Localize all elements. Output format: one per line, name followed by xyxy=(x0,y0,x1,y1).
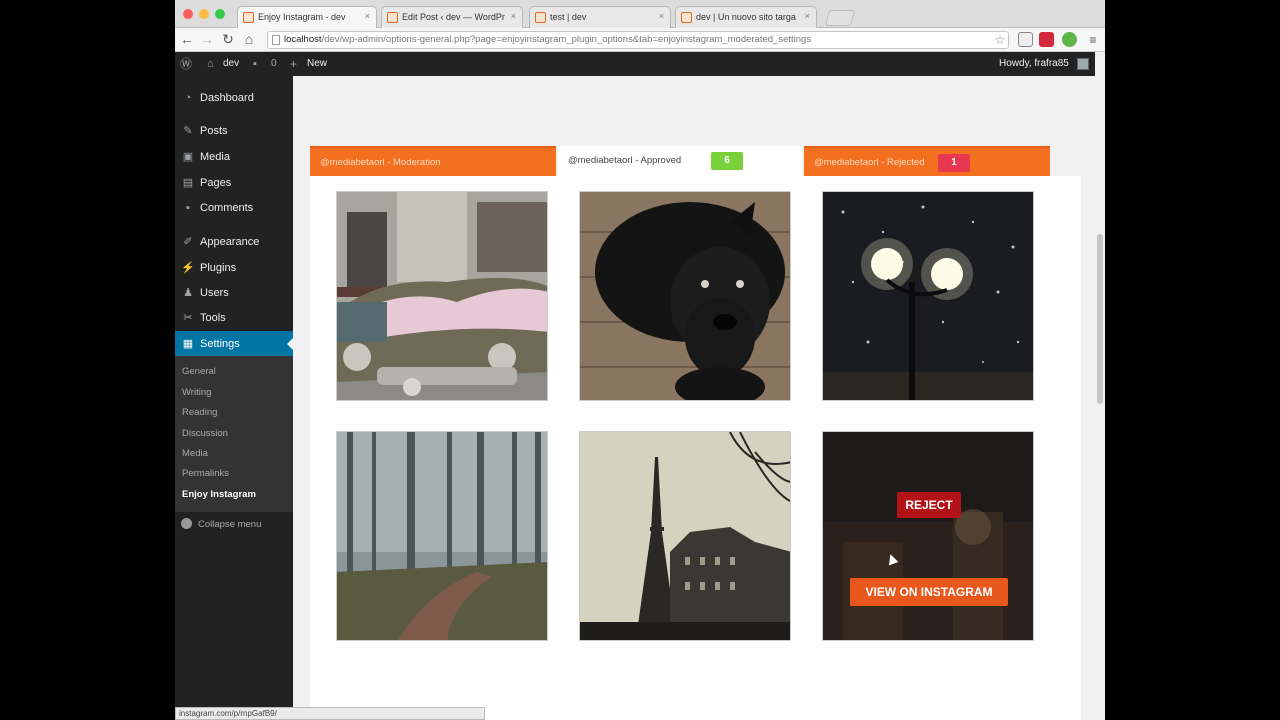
instagram-photo-forest[interactable] xyxy=(336,431,548,641)
wordpress-favicon-icon xyxy=(387,12,398,23)
browser-tab[interactable]: test | dev × xyxy=(529,6,671,28)
sidebar-item-comments[interactable]: ▪ Comments xyxy=(175,195,293,221)
new-link[interactable]: New xyxy=(307,52,327,76)
sidebar-item-pages[interactable]: ▤ Pages xyxy=(175,170,293,196)
minimize-window-button[interactable] xyxy=(199,9,209,19)
site-name-link[interactable]: dev xyxy=(223,52,239,76)
menu-icon[interactable]: ≡ xyxy=(1085,32,1101,48)
close-window-button[interactable] xyxy=(183,9,193,19)
instagram-photo-lamps[interactable] xyxy=(822,191,1034,401)
close-tab-icon[interactable]: × xyxy=(511,11,516,21)
browser-tab[interactable]: Enjoy Instagram - dev × xyxy=(237,6,377,28)
instagram-photo-eiffel[interactable] xyxy=(579,431,791,641)
plus-icon: + xyxy=(290,57,298,71)
wordpress-favicon-icon xyxy=(535,12,546,23)
pin-icon: ✎ xyxy=(183,125,193,137)
collapse-menu-button[interactable]: Collapse menu xyxy=(181,518,261,530)
browser-tab[interactable]: Edit Post ‹ dev — WordPr × xyxy=(381,6,523,28)
sidebar-item-plugins[interactable]: ⚡ Plugins xyxy=(175,255,293,281)
reject-button[interactable]: REJECT xyxy=(897,492,961,518)
close-tab-icon[interactable]: × xyxy=(805,11,810,21)
wordpress-favicon-icon xyxy=(243,12,254,23)
new-tab-button[interactable] xyxy=(824,10,856,26)
plugin-icon: ⚡ xyxy=(181,262,195,274)
sidebar-item-users[interactable]: ♟ Users xyxy=(175,280,293,306)
howdy-text[interactable]: Howdy, frafra85 xyxy=(999,52,1069,76)
rejected-count-badge: 1 xyxy=(938,154,970,172)
comment-icon: ▪ xyxy=(186,202,190,214)
extension-icon[interactable] xyxy=(1039,32,1054,47)
brush-icon: ✐ xyxy=(183,236,193,248)
wordpress-favicon-icon xyxy=(681,12,692,23)
tab-moderation[interactable]: @mediabetaorl - Moderation xyxy=(310,146,556,176)
home-icon[interactable]: ⌂ xyxy=(241,31,257,47)
submenu-item-enjoy-instagram[interactable]: Enjoy Instagram xyxy=(182,489,256,500)
dashboard-icon: ◔ xyxy=(184,92,192,104)
scroll-thumb[interactable] xyxy=(1097,234,1103,404)
sidebar-item-dashboard[interactable]: ◔ Dashboard xyxy=(175,85,293,111)
instagram-photo-puppy[interactable] xyxy=(579,191,791,401)
page-scrollbar[interactable] xyxy=(1095,52,1105,720)
settings-submenu: General Writing Reading Discussion Media… xyxy=(175,356,293,512)
avatar[interactable] xyxy=(1077,58,1089,70)
forward-arrow-icon[interactable]: → xyxy=(199,31,215,47)
settings-icon: ▦ xyxy=(182,338,194,350)
page-icon xyxy=(272,35,280,45)
back-arrow-icon[interactable]: ← xyxy=(179,31,195,47)
browser-tab[interactable]: dev | Un nuovo sito targa × xyxy=(675,6,817,28)
wrench-icon: ✂ xyxy=(183,312,193,324)
approved-count-badge: 6 xyxy=(711,152,743,170)
extension-icon[interactable] xyxy=(1018,32,1033,47)
close-tab-icon[interactable]: × xyxy=(659,11,664,21)
submenu-item-media[interactable]: Media xyxy=(182,448,208,459)
collapse-icon xyxy=(181,518,192,529)
instagram-photo-car[interactable] xyxy=(336,191,548,401)
submenu-item-general[interactable]: General xyxy=(182,366,216,377)
address-bar[interactable]: localhost/dev/wp-admin/options-general.p… xyxy=(267,31,1009,49)
sidebar-item-media[interactable]: ▣ Media xyxy=(175,144,293,170)
admin-sidebar: ◔ Dashboard ✎ Posts ▣ Media ▤ Pages ▪ Comment… xyxy=(175,76,293,720)
sidebar-item-tools[interactable]: ✂ Tools xyxy=(175,305,293,331)
comment-icon[interactable]: ▪ xyxy=(253,52,257,76)
submenu-item-permalinks[interactable]: Permalinks xyxy=(182,468,229,479)
browser-tab-bar: Enjoy Instagram - dev × Edit Post ‹ dev … xyxy=(175,0,1105,28)
tab-rejected[interactable]: @mediabetaorl - Rejected 1 xyxy=(804,146,1050,176)
bookmark-star-icon[interactable]: ☆ xyxy=(992,32,1008,48)
sidebar-item-posts[interactable]: ✎ Posts xyxy=(175,118,293,144)
browser-status-bar: instagram.com/p/rnpGafB9/ xyxy=(175,707,485,720)
reload-icon[interactable]: ↻ xyxy=(220,31,236,47)
tab-approved[interactable]: @mediabetaorl - Approved 6 xyxy=(558,146,802,176)
instagram-photo-night[interactable]: REJECT VIEW ON INSTAGRAM xyxy=(822,431,1034,641)
maximize-window-button[interactable] xyxy=(215,9,225,19)
sidebar-item-settings[interactable]: ▦ Settings xyxy=(175,331,293,357)
media-icon: ▣ xyxy=(182,151,194,163)
wp-admin-bar: Ⓦ ⌂ dev ▪ 0 + New Howdy, frafra85 xyxy=(175,52,1095,76)
submenu-item-writing[interactable]: Writing xyxy=(182,387,211,398)
view-on-instagram-button[interactable]: VIEW ON INSTAGRAM xyxy=(850,578,1008,606)
sidebar-item-appearance[interactable]: ✐ Appearance xyxy=(175,229,293,255)
submenu-item-discussion[interactable]: Discussion xyxy=(182,428,228,439)
close-tab-icon[interactable]: × xyxy=(365,11,370,21)
submenu-item-reading[interactable]: Reading xyxy=(182,407,217,418)
extension-icon[interactable] xyxy=(1062,32,1077,47)
browser-toolbar: ← → ↻ ⌂ localhost/dev/wp-admin/options-g… xyxy=(175,28,1105,52)
wordpress-logo-icon[interactable]: Ⓦ xyxy=(180,52,192,76)
comments-count: 0 xyxy=(271,58,277,69)
home-icon: ⌂ xyxy=(207,58,214,70)
pages-icon: ▤ xyxy=(182,177,194,189)
users-icon: ♟ xyxy=(183,287,193,299)
